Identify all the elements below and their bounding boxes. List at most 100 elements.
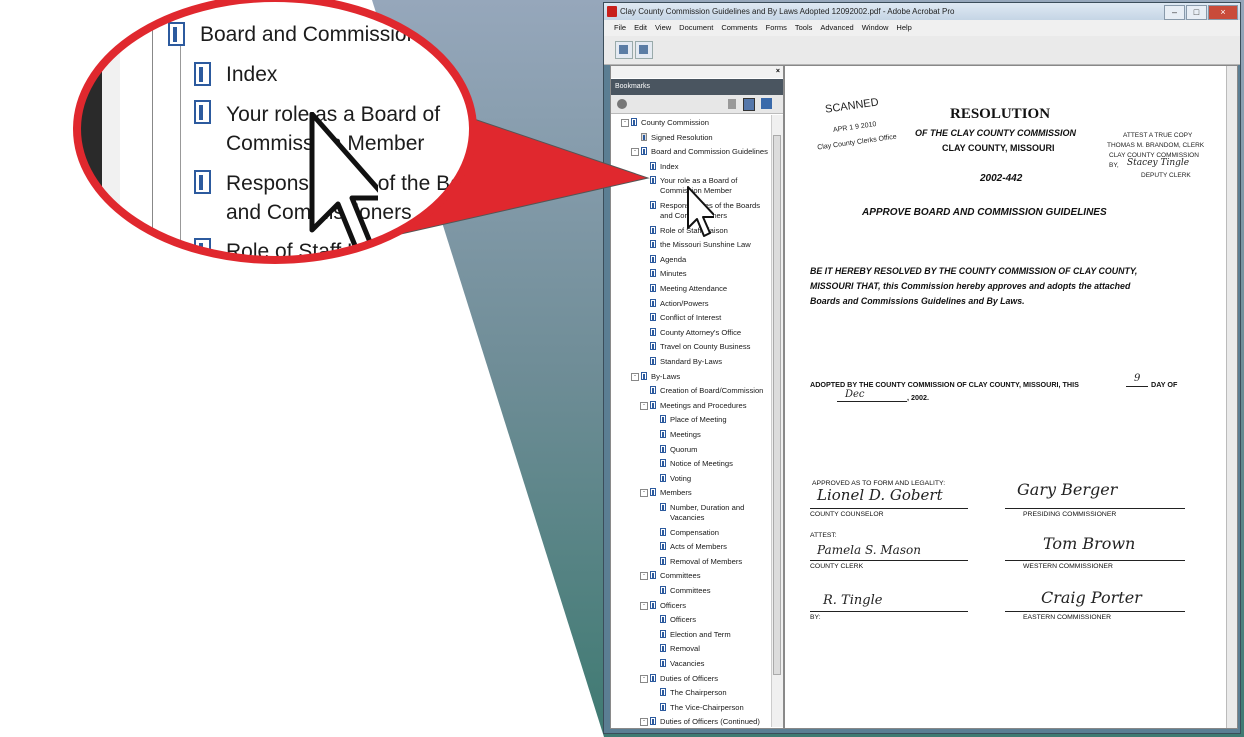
bookmark-label: Index [660, 161, 679, 171]
bookmark-item[interactable]: - Meetings and Procedures [640, 400, 747, 411]
bookmark-item[interactable]: Action/Powers [650, 298, 709, 309]
document-scrollbar[interactable] [1226, 66, 1237, 728]
expand-toggle-icon[interactable]: - [640, 601, 648, 610]
bookmark-item[interactable]: Removal [660, 644, 700, 654]
menu-file[interactable]: File [610, 20, 630, 36]
expand-toggle-icon[interactable]: - [640, 674, 648, 683]
bookmark-item[interactable]: Minutes [650, 269, 687, 279]
bookmark-item[interactable]: - By-Laws [631, 371, 681, 382]
bookmark-item[interactable]: Committees [660, 586, 711, 596]
bookmark-label: Officers [670, 615, 697, 625]
menu-help[interactable]: Help [892, 20, 915, 36]
bookmark-label: Meetings [670, 430, 701, 439]
expand-toggle-icon[interactable]: - [640, 489, 648, 498]
bookmark-item[interactable]: Notice of Meetings [660, 459, 733, 469]
menu-bar: File Edit View Document Comments Forms T… [604, 20, 1240, 36]
bookmark-label: By-Laws [651, 371, 681, 381]
bookmark-item[interactable]: The Vice-Chairperson [660, 702, 744, 713]
bookmark-item[interactable]: The Chairperson [660, 688, 727, 698]
bookmark-item[interactable]: Place of Meeting [660, 415, 727, 425]
clerk-signature: Pamela S. Mason [817, 543, 921, 557]
menu-tools[interactable]: Tools [791, 20, 817, 36]
expand-toggle-icon[interactable]: - [640, 401, 648, 410]
bookmark-label: Number, Duration and [670, 503, 745, 512]
bookmark-icon [641, 147, 647, 156]
bookmark-icon [650, 386, 656, 395]
bookmark-label: Members [660, 488, 692, 498]
menu-window[interactable]: Window [858, 20, 893, 36]
options-gear-icon[interactable] [617, 99, 627, 109]
bookmark-item[interactable]: - Duties of Officers (Continued) [640, 717, 760, 727]
bookmark-label: Duties of Officers [660, 673, 719, 683]
bookmark-item[interactable]: Signed Resolution [641, 132, 713, 143]
expand-toggle-icon[interactable]: - [640, 718, 648, 727]
expand-toggle-icon[interactable]: - [640, 572, 648, 581]
expand-bookmark-icon[interactable] [761, 98, 772, 109]
bookmark-item[interactable]: County Attorney's Office [650, 327, 741, 338]
menu-view[interactable]: View [651, 20, 675, 36]
panel-close-button[interactable]: × [776, 66, 780, 78]
bookmark-icon [650, 673, 656, 682]
close-button[interactable]: × [1208, 5, 1238, 20]
maximize-button[interactable]: □ [1186, 5, 1207, 20]
bookmark-label-line2: Vacancies [670, 513, 705, 522]
bookmark-item[interactable]: Agenda [650, 254, 686, 265]
title-bar: Clay County Commission Guidelines and By… [604, 3, 1240, 20]
expand-toggle-icon[interactable]: - [631, 148, 639, 157]
menu-forms[interactable]: Forms [762, 20, 791, 36]
minimize-button[interactable]: – [1164, 5, 1185, 20]
menu-comments[interactable]: Comments [717, 20, 761, 36]
bookmark-item[interactable]: Compensation [660, 527, 719, 538]
bookmark-icon [650, 269, 656, 278]
bookmark-item[interactable]: Meetings [660, 430, 701, 440]
bookmark-label: Place of Meeting [670, 415, 727, 425]
bookmark-label: Minutes [660, 269, 687, 279]
bookmark-label: the Missouri Sunshine Law [660, 240, 751, 250]
bookmark-item[interactable]: Conflict of Interest [650, 313, 721, 323]
attest-label: ATTEST: [810, 532, 837, 539]
bookmark-item[interactable]: Number, Duration and Vacancies [660, 503, 745, 523]
bookmark-icon [631, 118, 637, 126]
bookmark-label: Officers [660, 600, 687, 610]
bookmark-item[interactable]: - Members [640, 488, 692, 498]
menu-edit[interactable]: Edit [630, 20, 651, 36]
bookmark-icon [660, 459, 666, 468]
bookmark-item[interactable]: Index [650, 161, 679, 172]
bookmark-item[interactable]: Acts of Members [660, 542, 727, 552]
bookmark-item[interactable]: Officers [660, 615, 697, 625]
bookmark-item[interactable]: Creation of Board/Commission [650, 386, 763, 396]
magnified-bookmark-icon [194, 238, 211, 258]
bookmark-icon [650, 161, 656, 170]
menu-document[interactable]: Document [675, 20, 717, 36]
presiding-signature: Gary Berger [1017, 480, 1118, 499]
bookmark-icon [660, 702, 666, 711]
bookmark-item[interactable]: - Committees [640, 571, 701, 581]
bookmark-icon [641, 371, 647, 380]
expand-toggle-icon[interactable]: - [621, 119, 629, 127]
bookmark-item[interactable]: - County Commission [621, 118, 709, 128]
bookmark-item[interactable]: Meeting Attendance [650, 284, 727, 294]
bookmark-item[interactable]: Travel on County Business [650, 342, 750, 352]
bookmark-item[interactable]: Voting [660, 473, 691, 484]
page-view-icon[interactable] [635, 41, 653, 59]
large-cursor-icon [309, 112, 378, 251]
expand-toggle-icon[interactable]: - [631, 372, 639, 381]
bookmark-item[interactable]: Standard By-Laws [650, 357, 722, 367]
bookmarks-scrollbar[interactable] [771, 115, 783, 727]
bookmark-item[interactable]: Election and Term [660, 629, 731, 640]
bookmark-item[interactable]: Removal of Members [660, 556, 742, 567]
bookmark-item[interactable]: the Missouri Sunshine Law [650, 240, 751, 250]
save-icon[interactable] [615, 41, 633, 59]
bookmark-item[interactable]: Quorum [660, 444, 697, 455]
delete-bookmark-icon[interactable] [728, 99, 736, 109]
bookmark-item[interactable]: - Officers [640, 600, 687, 611]
bookmark-item[interactable]: - Board and Commission Guidelines [631, 147, 768, 157]
bookmark-item[interactable]: - Duties of Officers [640, 673, 719, 684]
attest-line-1: ATTEST A TRUE COPY [1123, 132, 1193, 139]
menu-advanced[interactable]: Advanced [816, 20, 857, 36]
bookmark-item[interactable]: Vacancies [660, 659, 704, 669]
bookmark-icon [650, 254, 656, 263]
new-bookmark-icon[interactable] [743, 98, 755, 111]
magnified-bookmark-icon [168, 22, 185, 46]
bookmark-icon [660, 542, 666, 551]
